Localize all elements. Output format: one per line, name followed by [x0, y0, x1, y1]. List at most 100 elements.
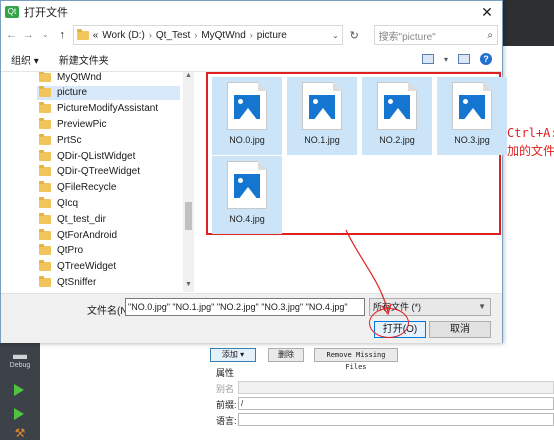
tree-item[interactable]: QDir-QListWidget: [39, 149, 182, 163]
tree-item-label: QDir-QTreeWidget: [57, 166, 140, 178]
tree-item[interactable]: Qt_test_dir: [39, 212, 182, 226]
tree-item-label: picture: [57, 87, 88, 99]
new-folder-button[interactable]: 新建文件夹: [59, 52, 109, 67]
search-icon[interactable]: ⌕: [487, 30, 493, 41]
tree-item-label: PreviewPic: [57, 118, 107, 130]
picture-icon: [309, 95, 335, 119]
picture-icon: [384, 95, 410, 119]
breadcrumb-picture[interactable]: picture: [257, 30, 287, 41]
run-icon[interactable]: [14, 384, 24, 396]
add-button[interactable]: 添加 ▾: [210, 348, 256, 362]
language-label: 语言:: [216, 416, 237, 426]
scroll-down-icon[interactable]: ▼: [183, 281, 194, 288]
tree-item[interactable]: MyQtWnd: [39, 72, 182, 84]
build-hammer-icon[interactable]: ⚒: [0, 426, 40, 440]
language-field[interactable]: [238, 413, 554, 426]
breadcrumb-qt-test[interactable]: Qt_Test: [156, 30, 190, 41]
help-icon[interactable]: ?: [480, 53, 492, 65]
folder-icon: [76, 28, 89, 40]
tree-item[interactable]: QtSniffer: [39, 275, 182, 289]
dialog-title: 打开文件: [24, 7, 68, 19]
alias-row: 别名: [212, 380, 554, 396]
file-item[interactable]: NO.0.jpg: [212, 77, 282, 155]
tree-item[interactable]: QFileRecycle: [39, 181, 182, 195]
file-name: NO.0.jpg: [229, 135, 265, 145]
tree-item-label: QIcq: [57, 197, 79, 209]
tree-item[interactable]: picture: [37, 85, 180, 100]
prefix-label: 前缀:: [216, 400, 237, 410]
file-item[interactable]: NO.3.jpg: [437, 77, 507, 155]
prefix-row: 前缀: /: [212, 396, 554, 412]
tree-item-label: QtPro: [57, 245, 84, 257]
breadcrumb-myqtwnd[interactable]: MyQtWnd: [201, 30, 245, 41]
tree-item[interactable]: QIcq: [39, 196, 182, 210]
file-item[interactable]: NO.1.jpg: [287, 77, 357, 155]
tree-item[interactable]: QTreeWidget: [39, 260, 182, 274]
tree-item[interactable]: QtForAndroid: [39, 228, 182, 242]
image-file-icon: [227, 82, 267, 130]
tree-item-label: PictureModifyAssistant: [57, 103, 159, 115]
ide-sidebar: ▬ Debug ⚒: [0, 330, 40, 440]
file-item[interactable]: NO.4.jpg: [212, 156, 282, 234]
search-placeholder: 搜索"picture": [378, 31, 436, 43]
folder-icon: [39, 102, 51, 114]
image-file-icon: [377, 82, 417, 130]
picture-icon: [234, 174, 260, 198]
dialog-body: MyQtWnd picture PictureModifyAssistant Prev…: [1, 71, 507, 292]
address-dropdown-icon[interactable]: ⌄: [332, 31, 339, 40]
image-file-icon: [302, 82, 342, 130]
folder-icon: [39, 244, 51, 256]
view-dropdown-icon[interactable]: ▾: [444, 55, 448, 64]
tree-item[interactable]: QWebClient: [39, 291, 182, 292]
search-input[interactable]: 搜索"picture" ⌕: [373, 25, 498, 45]
cancel-button[interactable]: 取消: [429, 321, 491, 338]
refresh-icon[interactable]: ↻: [347, 29, 362, 42]
folder-icon: [39, 149, 51, 161]
folder-tree: MyQtWnd picture PictureModifyAssistant Prev…: [1, 72, 194, 292]
tree-item-label: MyQtWnd: [57, 72, 102, 83]
scroll-up-icon[interactable]: ▲: [183, 72, 194, 79]
prefix-field[interactable]: /: [238, 397, 554, 410]
up-arrow-icon[interactable]: ↑: [56, 27, 69, 43]
file-name: NO.2.jpg: [379, 135, 415, 145]
file-item[interactable]: NO.2.jpg: [362, 77, 432, 155]
tree-item[interactable]: PreviewPic: [39, 117, 182, 131]
folder-icon: [39, 86, 51, 98]
annotation-line-1: Ctrl+A:: [507, 126, 554, 140]
scroll-thumb[interactable]: [185, 202, 192, 230]
debug-run-icon[interactable]: [14, 408, 24, 420]
breadcrumb-overflow[interactable]: «: [93, 30, 99, 41]
annotation-line-2: 加的文件: [507, 144, 554, 158]
breadcrumb-drive[interactable]: Work (D:): [102, 30, 145, 41]
tree-item[interactable]: QtPro: [39, 244, 182, 258]
folder-icon: [39, 165, 51, 177]
tree-item[interactable]: QDir-QTreeWidget: [39, 165, 182, 179]
file-name: NO.4.jpg: [229, 214, 265, 224]
view-options-icon[interactable]: [421, 54, 434, 64]
recent-dropdown-icon[interactable]: ⌄: [39, 27, 52, 43]
filename-input[interactable]: "NO.0.jpg" "NO.1.jpg" "NO.2.jpg" "NO.3.j…: [125, 298, 365, 316]
folder-icon: [39, 196, 51, 208]
dialog-titlebar: Qt 打开文件 ✕: [1, 1, 502, 23]
open-file-dialog: Qt 打开文件 ✕ ← → ⌄ ↑ « Work (D:) › Qt_Test …: [0, 0, 507, 343]
preview-pane-icon[interactable]: [458, 54, 470, 64]
tree-item[interactable]: PictureModifyAssistant: [39, 102, 182, 116]
remove-missing-files-button[interactable]: Remove Missing Files: [314, 348, 398, 371]
sidebar-debug-label: Debug: [9, 362, 31, 369]
tree-item-label: QTreeWidget: [57, 261, 117, 273]
monitor-icon[interactable]: ▬: [0, 346, 40, 362]
tree-item-label: PrtSc: [57, 134, 82, 146]
close-icon[interactable]: ✕: [472, 1, 502, 23]
chevron-down-icon: ▼: [478, 302, 486, 311]
address-bar[interactable]: « Work (D:) › Qt_Test › MyQtWnd › pictur…: [72, 25, 343, 45]
dialog-footer: 文件名(N): "NO.0.jpg" "NO.1.jpg" "NO.2.jpg"…: [1, 293, 502, 343]
navigation-bar: ← → ⌄ ↑ « Work (D:) › Qt_Test › MyQtWnd …: [1, 23, 502, 47]
forward-arrow-icon[interactable]: →: [22, 27, 35, 43]
delete-button[interactable]: 删除: [268, 348, 304, 362]
alias-label: 别名: [216, 384, 235, 394]
dialog-toolbar: 组织 ▾ 新建文件夹 ▾ ?: [1, 47, 502, 71]
tree-scrollbar[interactable]: ▲ ▼: [183, 72, 194, 292]
organize-button[interactable]: 组织 ▾: [11, 52, 39, 67]
tree-item[interactable]: PrtSc: [39, 133, 182, 147]
back-arrow-icon[interactable]: ←: [5, 27, 18, 43]
